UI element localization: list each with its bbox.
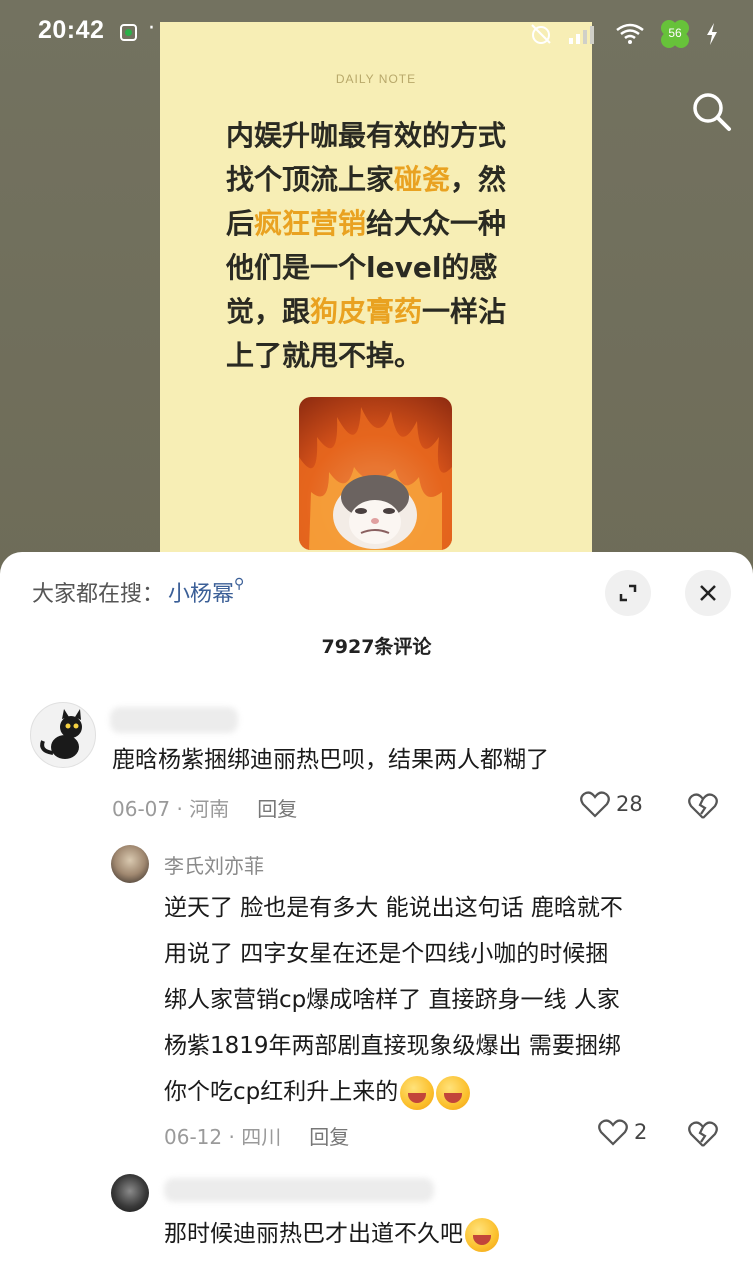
crying-laugh-emoji [436,1075,471,1110]
charging-icon [707,23,717,45]
grin-sweat-emoji [465,1217,499,1252]
note-highlight: 碰瓷 [394,163,451,196]
reply-meta: 06-12 · 四川 回复 [164,1125,350,1149]
comment-location: 河南 [189,797,230,821]
note-text: 内娱升咖最有效的方式 找个顶流上家碰瓷，然 后疯狂营销给大众一种 他们是一个level… [226,114,546,378]
note-line: 后疯狂营销给大众一种 [226,202,546,246]
close-button[interactable] [685,570,731,616]
like-count: 28 [616,792,643,816]
broken-heart-icon [688,793,718,819]
reply-text: 那时候迪丽热巴才出道不久吧 [164,1216,499,1252]
status-bar: 20:42 · 56 [0,0,753,66]
dislike-button[interactable] [688,792,718,824]
note-line: 上了就甩不掉。 [226,334,546,378]
comment-meta: 06-07 · 河南 回复 [112,797,298,821]
reply-line: 那时候迪丽热巴才出道不久吧 [164,1221,463,1247]
wifi-icon [616,23,644,44]
note-segment: 觉，跟 [226,295,311,328]
reply-button[interactable]: 回复 [309,1125,349,1149]
black-cat-icon [40,709,82,759]
like-button[interactable]: 28 [580,790,643,818]
expand-icon [619,584,637,602]
like-button[interactable]: 2 [598,1118,647,1146]
broken-heart-icon [688,1121,718,1147]
like-count: 2 [634,1120,648,1144]
note-segment: 内娱升咖最有效的方式 [226,119,507,152]
reply-username[interactable]: 李氏刘亦菲 [164,850,264,879]
reply-line: 你个吃cp红利升上来的 [164,1079,399,1105]
note-line: 他们是一个level的感 [226,246,546,290]
search-icon[interactable] [690,90,732,132]
avatar[interactable] [111,1174,149,1212]
battery-icon: 56 [659,18,691,50]
heart-icon [598,1119,628,1146]
note-highlight: 疯狂营销 [254,207,367,240]
reply-button[interactable]: 回复 [257,797,297,821]
username-redacted [110,707,238,733]
note-segment: 上了就甩不掉。 [226,339,423,372]
hot-search: 大家都在搜： 小杨幂⚲ [32,576,244,608]
comments-sheet: 大家都在搜： 小杨幂⚲ 7927条评论 鹿晗杨紫捆绑迪丽热巴呗，结果两人都糊了 0… [0,552,753,1280]
dislike-button[interactable] [688,1120,718,1152]
note-line: 内娱升咖最有效的方式 [226,114,546,158]
note-segment: 一样沾 [422,295,507,328]
heart-icon [580,791,610,818]
note-segment: ，然 [450,163,507,196]
hot-search-label: 大家都在搜： [32,582,165,607]
comment-count: 7927条评论 [321,636,432,658]
note-segment: 找个顶流上家 [226,163,395,196]
note-segment: 给大众一种 [366,207,507,240]
search-small-icon: ⚲ [234,576,245,592]
reply-line: 用说了 四字女星在还是个四线小咖的时候捆 [164,941,609,967]
note-line: 找个顶流上家碰瓷，然 [226,158,546,202]
status-time: 20:42 [38,16,105,44]
comment-text: 鹿晗杨紫捆绑迪丽热巴呗，结果两人都糊了 [112,747,549,773]
note-highlight: 狗皮膏药 [310,295,423,328]
cat-fire-image [299,397,452,550]
reply-line: 逆天了 脸也是有多大 能说出这句话 鹿晗就不 [164,895,623,921]
alarm-off-icon [531,24,551,44]
note-image[interactable]: DAILY NOTE 内娱升咖最有效的方式 找个顶流上家碰瓷，然 后疯狂营销给大众一… [160,22,592,562]
signal-icon [569,26,594,44]
username-redacted [164,1178,434,1202]
close-icon [700,585,716,601]
avatar[interactable] [111,845,149,883]
note-segment: 后 [226,207,255,240]
reply-location: 四川 [241,1125,282,1149]
reply-date: 06-12 [164,1125,223,1149]
avatar[interactable] [30,702,96,768]
note-header: DAILY NOTE [335,72,417,86]
reply-line-last: 你个吃cp红利升上来的 [164,1069,623,1115]
reply-text: 逆天了 脸也是有多大 能说出这句话 鹿晗就不 用说了 四字女星在还是个四线小咖的… [164,885,623,1115]
note-segment: 他们是一个level的感 [226,251,498,284]
crying-laugh-emoji [400,1075,435,1110]
reply-line: 绑人家营销cp爆成啥样了 直接跻身一线 人家 [164,987,620,1013]
battery-level: 56 [668,26,682,40]
note-line: 觉，跟狗皮膏药一样沾 [226,290,546,334]
hot-search-keyword[interactable]: 小杨幂 [168,582,234,607]
expand-button[interactable] [605,570,651,616]
reply-line: 杨紫1819年两部剧直接现象级爆出 需要捆绑 [164,1033,621,1059]
app-notification-icon [120,24,137,41]
comment-date: 06-07 [112,797,171,821]
more-notifications-icon: · [148,16,155,41]
